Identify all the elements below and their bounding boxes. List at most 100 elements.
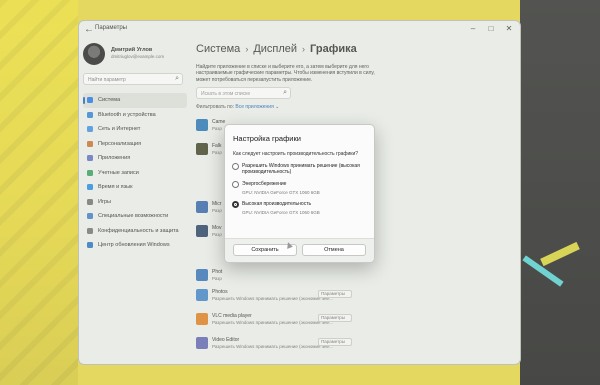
sidebar-item[interactable]: Приложения	[83, 151, 187, 166]
option-label: Разрешить Windows принимать решение (выс…	[242, 163, 360, 175]
app-name: Falk	[212, 143, 222, 149]
app-search-placeholder: Искать в этом списке	[201, 91, 251, 97]
update-icon	[87, 242, 93, 249]
chevron-down-icon: ⌄	[275, 104, 280, 110]
app-icon	[196, 289, 208, 301]
app-preference: Разр	[212, 232, 222, 237]
sidebar-item[interactable]: Конфиденциальность и защита	[83, 224, 187, 239]
sidebar-item[interactable]: Игры	[83, 195, 187, 210]
sidebar-item[interactable]: Система	[83, 93, 187, 108]
app-name: Video Editor	[212, 337, 240, 343]
sidebar-item-label: Конфиденциальность и защита	[98, 227, 179, 234]
option-label: Энергосбережение	[242, 181, 287, 187]
settings-search-placeholder: Найти параметр	[88, 77, 126, 83]
sidebar-item[interactable]: Специальные возможности	[83, 209, 187, 224]
sidebar-item-label: Bluetooth и устройства	[98, 111, 156, 118]
app-preference: Разр	[212, 276, 222, 281]
sidebar-item[interactable]: Центр обновления Windows	[83, 238, 187, 253]
option-gpu-text: GPU: NVIDIA GeForce GTX 1060 6GB	[242, 190, 320, 195]
search-icon: ⌕	[175, 75, 179, 82]
radio-button-selected[interactable]	[232, 201, 239, 208]
sidebar-nav: Система Bluetooth и устройства Сеть и Инте…	[83, 93, 187, 253]
breadcrumb-system[interactable]: Система	[196, 43, 240, 55]
brush-icon	[87, 140, 93, 147]
app-options-button[interactable]: Параметры	[318, 338, 352, 346]
intro-text: Найдите приложение в списке и выберите е…	[196, 64, 375, 83]
maximize-icon[interactable]: □	[483, 23, 499, 35]
app-preference: Разрешить Windows принимать решение (эко…	[212, 344, 333, 349]
breadcrumb-chevron-icon: ›	[245, 44, 249, 54]
apps-icon	[87, 155, 93, 162]
app-name: VLC media player	[212, 313, 252, 319]
sidebar-item-label: Специальные возможности	[98, 213, 169, 220]
app-name: Micr	[212, 201, 222, 207]
app-preference: Разр	[212, 126, 222, 131]
app-preference: Разр	[212, 208, 222, 213]
accessibility-icon	[87, 213, 93, 220]
sidebar-item-label: Время и язык	[98, 184, 133, 191]
window-title: Параметры	[95, 25, 127, 31]
app-preference: Разрешить Windows принимать решение (эко…	[212, 320, 333, 325]
breadcrumb-display[interactable]: Дисплей	[253, 43, 297, 55]
cancel-button[interactable]: Отмена	[302, 244, 366, 256]
sidebar-item-label: Система	[98, 97, 121, 104]
sidebar-item-label: Сеть и Интернет	[98, 126, 141, 133]
breadcrumb-chevron-icon: ›	[302, 44, 306, 54]
app-options-button[interactable]: Параметры	[318, 314, 352, 322]
radio-button[interactable]	[232, 181, 239, 188]
list-item[interactable]: Photos Разрешить Windows принимать решени…	[196, 287, 356, 307]
app-name: Came	[212, 119, 226, 125]
sidebar-item[interactable]: Учетные записи	[83, 166, 187, 181]
avatar	[83, 43, 105, 65]
dialog-question: Как следует настроить производительность…	[233, 151, 359, 157]
filter-value[interactable]: Все приложения	[235, 104, 273, 110]
graphics-settings-dialog: Настройка графики Как следует настроить …	[224, 124, 375, 263]
sidebar-item[interactable]: Bluetooth и устройства	[83, 108, 187, 123]
sidebar-item-label: Персонализация	[98, 140, 142, 147]
wallpaper-stripes	[0, 0, 78, 385]
filter-control[interactable]: Фильтровать по: Все приложения ⌄	[196, 104, 279, 110]
dialog-title: Настройка графики	[233, 134, 301, 143]
user-email: dmitriuglov@example.com	[111, 54, 165, 59]
sidebar-item-label: Игры	[98, 198, 111, 205]
sidebar-item[interactable]: Время и язык	[83, 180, 187, 195]
sidebar-item-label: Приложения	[98, 155, 131, 162]
list-item[interactable]: Phot Разр	[196, 267, 356, 287]
sidebar-item-label: Учетные записи	[98, 169, 139, 176]
radio-button[interactable]	[232, 163, 239, 170]
system-icon	[87, 97, 93, 104]
list-item[interactable]: Video Editor Разрешить Windows принимать …	[196, 335, 356, 355]
minimize-icon[interactable]: –	[465, 23, 481, 35]
shield-icon	[87, 227, 93, 234]
back-arrow-icon[interactable]: ←	[83, 24, 95, 36]
sidebar-item[interactable]: Персонализация	[83, 137, 187, 152]
app-icon	[196, 225, 208, 237]
page-title: Графика	[310, 43, 357, 55]
sidebar-item[interactable]: Сеть и Интернет	[83, 122, 187, 137]
app-search-input[interactable]: Искать в этом списке ⌕	[196, 87, 291, 99]
wallpaper-right-panel	[520, 0, 600, 385]
app-options-button[interactable]: Параметры	[318, 290, 352, 298]
app-icon	[196, 269, 208, 281]
app-name: Mov	[212, 225, 222, 231]
clock-icon	[87, 184, 93, 191]
list-item[interactable]: VLC media player Разрешить Windows приним…	[196, 311, 356, 331]
option-label: Высокая производительность	[242, 201, 312, 207]
app-icon	[196, 119, 208, 131]
app-icon	[196, 337, 208, 349]
app-preference: Разрешить Windows принимать решение (эко…	[212, 296, 333, 301]
option-gpu-text: GPU: NVIDIA GeForce GTX 1060 6GB	[242, 210, 320, 215]
sidebar-item-label: Центр обновления Windows	[98, 242, 170, 249]
account-icon	[87, 169, 93, 176]
gamepad-icon	[87, 198, 93, 205]
settings-search-input[interactable]: Найти параметр ⌕	[83, 73, 183, 85]
filter-label: Фильтровать по:	[196, 104, 235, 110]
title-bar: ← Параметры – □ ✕	[79, 21, 520, 39]
network-icon	[87, 126, 93, 133]
user-name: Дмитрий Углов	[111, 47, 153, 53]
close-icon[interactable]: ✕	[501, 23, 517, 35]
dialog-footer: Сохранить Отмена	[225, 238, 374, 262]
search-icon: ⌕	[283, 89, 287, 96]
app-preference: Разр	[212, 150, 222, 155]
bluetooth-icon	[87, 111, 93, 118]
